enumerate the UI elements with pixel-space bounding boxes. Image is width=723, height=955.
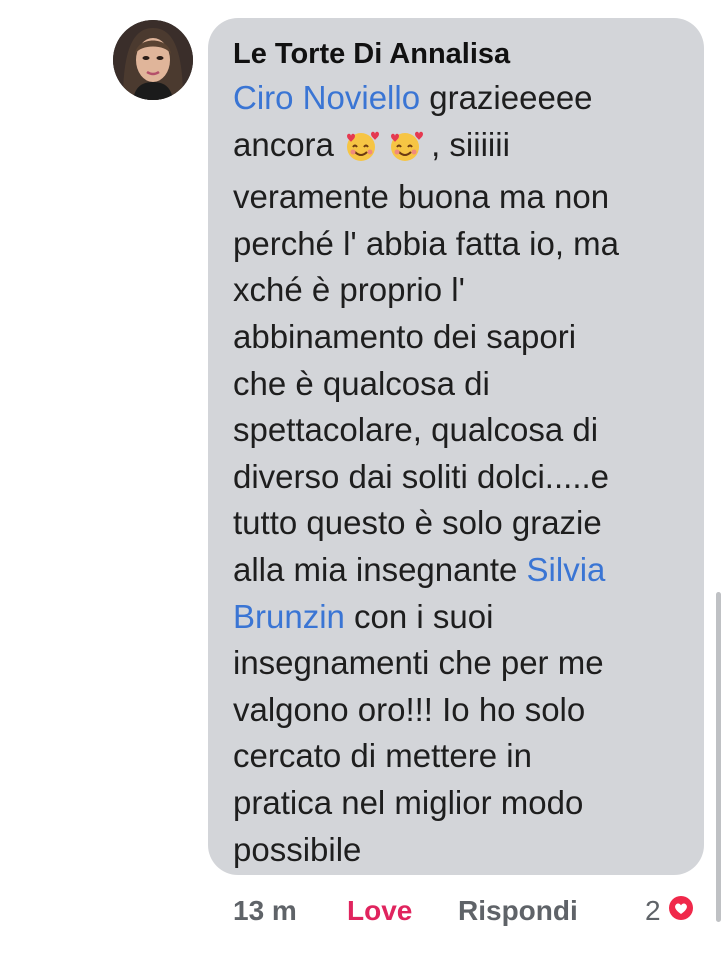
mention-link[interactable]: Ciro Noviello bbox=[233, 79, 420, 116]
comment-line: insegnamenti che per me bbox=[233, 644, 604, 682]
comment-line: pratica nel miglior modo bbox=[233, 783, 584, 821]
comment-line: possibile bbox=[233, 830, 362, 868]
avatar[interactable] bbox=[113, 20, 193, 100]
smiling-face-with-hearts-icon bbox=[388, 128, 430, 175]
comment-line: spettacolare, qualcosa di bbox=[233, 411, 599, 449]
reply-button[interactable]: Rispondi bbox=[458, 893, 578, 929]
comment-text-segment: , siiiiii bbox=[431, 125, 510, 163]
comment-line: alla mia insegnante Silvia bbox=[233, 547, 688, 594]
comment-line: veramente buona ma non bbox=[233, 178, 610, 216]
heart-reaction-icon[interactable] bbox=[666, 893, 696, 932]
comment-line: valgono oro!!! Io ho solo bbox=[233, 690, 586, 728]
comment-text-segment: con i suoi bbox=[344, 597, 494, 635]
comment-line: perché l' abbia fatta io, ma bbox=[233, 224, 620, 262]
comment-line: Ciro Noviello grazieeeee bbox=[233, 75, 688, 122]
comment-text-segment: alla mia insegnante bbox=[233, 550, 527, 588]
comment-line: diverso dai soliti dolci.....e bbox=[233, 457, 610, 495]
mention-link[interactable]: Silvia bbox=[527, 551, 606, 588]
profile-avatar-icon bbox=[113, 20, 193, 100]
smiling-face-with-hearts-icon bbox=[344, 128, 386, 175]
comment-line: abbinamento dei sapori bbox=[233, 317, 577, 355]
comment-text: Ciro Noviello grazieeeee ancora , siiiii… bbox=[233, 75, 688, 873]
comment-bubble: Le Torte Di Annalisa Ciro Noviello grazi… bbox=[208, 18, 704, 875]
comment-line: che è qualcosa di bbox=[233, 364, 490, 402]
love-button[interactable]: Love bbox=[347, 893, 412, 929]
comment-timestamp[interactable]: 13 m bbox=[233, 893, 297, 929]
comment-line: xché è proprio l' bbox=[233, 271, 465, 309]
reaction-count[interactable]: 2 bbox=[645, 893, 661, 929]
comment-author[interactable]: Le Torte Di Annalisa bbox=[233, 38, 704, 70]
comment-line: cercato di mettere in bbox=[233, 737, 532, 775]
scrollbar[interactable] bbox=[716, 592, 721, 922]
comment-line: ancora , siiiiii bbox=[233, 122, 688, 175]
mention-link[interactable]: Brunzin bbox=[233, 598, 345, 635]
comment-line: Brunzin con i suoi bbox=[233, 594, 688, 641]
comment-text-segment: grazieeeee bbox=[420, 79, 593, 116]
comment-text-segment: ancora bbox=[233, 125, 344, 163]
comment-line: tutto questo è solo grazie bbox=[233, 504, 602, 542]
comment-actions: 13 m Love Rispondi 2 bbox=[0, 893, 723, 933]
